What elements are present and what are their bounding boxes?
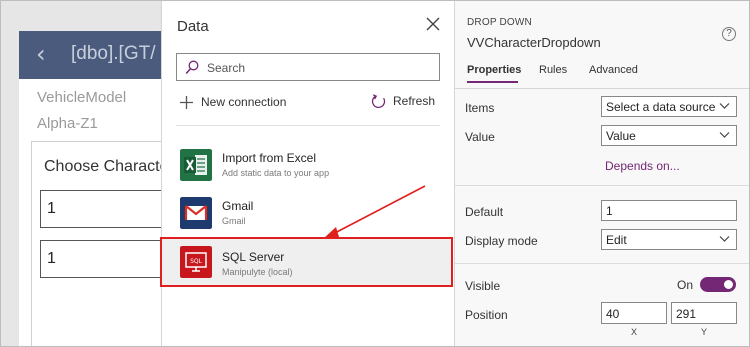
gmail-icon [180,197,212,229]
properties-pane: DROP DOWN VVCharacterDropdown ? Properti… [455,1,749,346]
app-window: ‹ [dbo].[GT/ VehicleModel Alpha-Z1 Choos… [0,0,750,347]
default-input[interactable]: 1 [601,200,737,221]
x-caption: X [631,327,638,337]
source-import-excel[interactable]: Import from Excel Add static data to you… [162,143,452,189]
toggle-knob [724,280,733,289]
section-divider [455,263,749,264]
source-sql-server[interactable]: SQL SQL Server Manipulyte (local) [160,237,453,287]
search-icon [185,60,199,74]
new-connection-button[interactable]: New connection [180,93,286,111]
choose-character-card: Choose Characte 1 1 [31,141,180,346]
app-header-bar: ‹ [dbo].[GT/ [19,31,179,79]
refresh-icon [371,93,386,108]
canvas-input-1[interactable]: 1 [40,190,180,228]
new-connection-label: New connection [201,95,287,109]
refresh-button[interactable]: Refresh [371,92,435,110]
items-label: Items [465,101,495,115]
value-label: Value [465,130,495,144]
display-mode-value: Edit [606,233,627,247]
source-name: Gmail [222,199,254,213]
tab-rules[interactable]: Rules [539,64,567,76]
back-arrow-icon[interactable]: ‹ [36,40,46,68]
source-subtitle: Manipulyte (local) [222,267,293,277]
choose-character-title: Choose Characte [44,158,169,175]
source-gmail[interactable]: Gmail Gmail [162,191,452,237]
refresh-label: Refresh [393,94,436,108]
display-mode-dropdown[interactable]: Edit [601,229,737,250]
vehicle-model-label: VehicleModel [37,89,127,106]
y-caption: Y [701,327,708,337]
data-pane-divider [176,125,440,126]
source-name: SQL Server [222,250,285,264]
visible-label: Visible [465,279,501,293]
active-tab-underline [467,81,518,83]
chevron-down-icon [719,132,730,138]
tab-advanced[interactable]: Advanced [589,64,638,76]
tabs-divider [455,88,749,89]
depends-on-link[interactable]: Depends on... [605,159,680,173]
items-value: Select a data source [606,100,716,114]
items-dropdown[interactable]: Select a data source [601,96,737,117]
data-search-box[interactable] [176,53,440,81]
control-name: VVCharacterDropdown [467,35,601,50]
data-pane-title: Data [177,18,209,35]
section-divider [455,185,749,186]
default-label: Default [465,205,504,219]
plus-icon [180,95,193,109]
visible-state-label: On [677,278,694,292]
sql-server-icon: SQL [180,246,212,278]
excel-icon [180,149,212,181]
data-pane: Data New connection Refresh [160,1,455,346]
character-dropdown[interactable]: 1 [40,240,180,278]
value-dropdown[interactable]: Value [601,125,737,146]
chevron-down-icon [719,103,730,109]
app-header-title: [dbo].[GT/ [71,43,156,64]
source-name: Import from Excel [222,151,317,165]
display-mode-label: Display mode [465,234,538,248]
control-type-label: DROP DOWN [467,17,532,28]
source-subtitle: Gmail [222,216,246,226]
svg-text:SQL: SQL [190,258,203,265]
app-screen-preview: ‹ [dbo].[GT/ VehicleModel Alpha-Z1 Choos… [19,31,180,346]
position-label: Position [465,308,508,322]
help-icon[interactable]: ? [722,27,736,41]
position-x-input[interactable]: 40 [601,302,667,324]
tab-properties[interactable]: Properties [467,64,521,76]
search-input[interactable] [207,58,427,77]
chevron-down-icon [719,236,730,242]
source-subtitle: Add static data to your app [222,168,330,178]
app-canvas: ‹ [dbo].[GT/ VehicleModel Alpha-Z1 Choos… [1,1,180,346]
visible-toggle[interactable] [700,277,736,292]
position-y-input[interactable]: 291 [671,302,737,324]
close-icon[interactable] [426,17,440,31]
vehicle-model-value: Alpha-Z1 [37,115,98,132]
value-value: Value [606,129,636,143]
